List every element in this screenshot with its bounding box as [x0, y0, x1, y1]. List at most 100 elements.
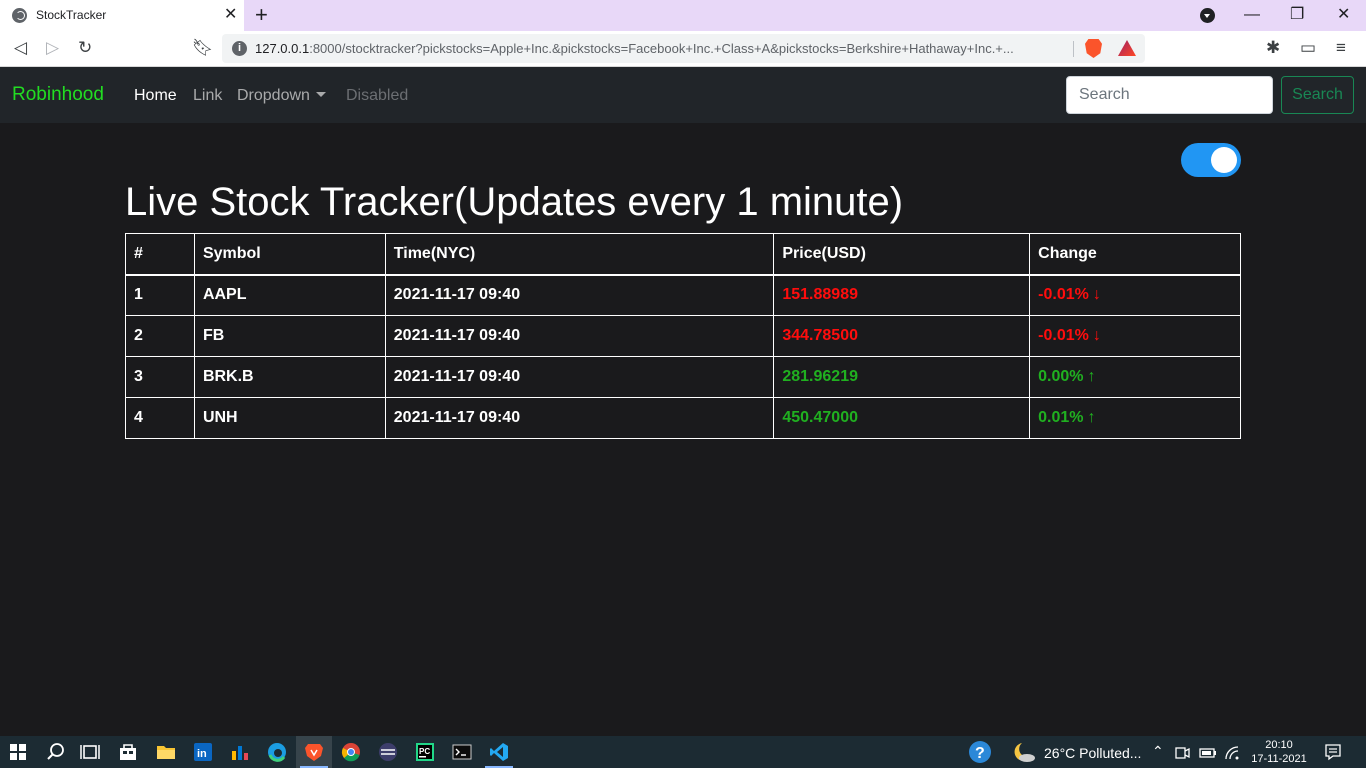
help-icon[interactable]: ?: [968, 740, 992, 764]
header-num: #: [125, 233, 195, 276]
forward-icon[interactable]: ▷: [46, 37, 59, 59]
notifications-icon[interactable]: [1324, 743, 1342, 761]
cell-change: 0.01% ↑: [1029, 397, 1241, 439]
cell-num: 4: [125, 397, 195, 439]
linkedin-icon[interactable]: in: [193, 742, 213, 762]
vscode-icon[interactable]: [489, 742, 509, 762]
tab-close-icon[interactable]: ✕: [224, 6, 237, 24]
toggle-knob: [1211, 147, 1237, 173]
arrow-up-icon: ↑: [1087, 368, 1096, 385]
task-view-icon[interactable]: [80, 742, 100, 762]
cell-num: 3: [125, 356, 195, 398]
cell-time: 2021-11-17 09:40: [384, 356, 775, 398]
terminal-icon[interactable]: [452, 742, 472, 762]
bookmark-icon[interactable]: 🔖︎: [192, 37, 214, 59]
cell-symbol: BRK.B: [193, 356, 386, 398]
clock-date: 17-11-2021: [1251, 753, 1307, 765]
url-text[interactable]: 127.0.0.1:8000/stocktracker?pickstocks=A…: [255, 41, 1075, 56]
address-bar-separator: [1073, 41, 1074, 57]
browser-toolbar: ◁ ▷ ↻ 🔖︎ i 127.0.0.1:8000/stocktracker?p…: [0, 31, 1366, 67]
stock-table: # Symbol Time(NYC) Price(USD) Change 1 A…: [125, 233, 1241, 439]
back-icon[interactable]: ◁: [14, 37, 27, 59]
extensions-icon[interactable]: ✱: [1266, 37, 1280, 59]
change-value: 0.01%: [1038, 409, 1084, 426]
cell-time: 2021-11-17 09:40: [384, 315, 775, 357]
table-header-row: # Symbol Time(NYC) Price(USD) Change: [125, 233, 1241, 276]
system-clock[interactable]: 20:10 17-11-2021: [1246, 738, 1312, 766]
header-time: Time(NYC): [384, 233, 775, 276]
header-symbol: Symbol: [193, 233, 386, 276]
tab-search-icon[interactable]: [1200, 8, 1215, 23]
brave-rewards-icon[interactable]: [1118, 40, 1136, 56]
cell-price: 344.78500: [773, 315, 1031, 357]
os-taskbar: in PC ? 26°C Polluted... ⌃ 20:10 17-11-2…: [0, 736, 1366, 768]
cell-symbol: AAPL: [193, 274, 386, 316]
table-row: 4 UNH 2021-11-17 09:40 450.47000 0.01% ↑: [125, 397, 1241, 439]
nav-dropdown-label: Dropdown: [237, 87, 310, 104]
table-row: 3 BRK.B 2021-11-17 09:40 281.96219 0.00%…: [125, 356, 1241, 398]
minimize-icon[interactable]: —: [1244, 5, 1260, 25]
cell-change: -0.01% ↓: [1029, 315, 1241, 357]
arrow-down-icon: ↓: [1092, 327, 1101, 344]
change-value: 0.00%: [1038, 368, 1084, 385]
window-close-icon[interactable]: ✕: [1337, 5, 1350, 25]
nav-dropdown[interactable]: Dropdown: [237, 87, 326, 105]
browser-tab-strip: StockTracker ✕ + — ❐ ✕: [0, 0, 1366, 31]
nav-link-disabled: Disabled: [346, 87, 409, 104]
cell-price: 450.47000: [773, 397, 1031, 439]
tab-title: StockTracker: [36, 8, 107, 22]
brand-logo[interactable]: Robinhood: [12, 84, 104, 106]
wifi-icon[interactable]: [1224, 745, 1240, 761]
app-navbar: Robinhood Home Link Dropdown Disabled Se…: [0, 67, 1366, 123]
brave-shields-icon[interactable]: [1085, 39, 1102, 58]
change-value: -0.01%: [1038, 327, 1089, 344]
battery-icon[interactable]: [1199, 745, 1217, 761]
site-info-icon[interactable]: i: [232, 41, 247, 56]
store-icon[interactable]: [118, 742, 138, 762]
restore-icon[interactable]: ❐: [1290, 5, 1304, 25]
db-tool-icon[interactable]: [378, 742, 398, 762]
cell-change: -0.01% ↓: [1029, 274, 1241, 316]
cell-symbol: FB: [193, 315, 386, 357]
edge-icon[interactable]: [267, 742, 287, 762]
cell-num: 2: [125, 315, 195, 357]
page-title: Live Stock Tracker(Updates every 1 minut…: [125, 180, 904, 224]
browser-tab[interactable]: StockTracker ✕: [0, 0, 244, 31]
pycharm-icon[interactable]: PC: [415, 742, 435, 762]
search-input[interactable]: [1066, 76, 1273, 114]
chrome-icon[interactable]: [341, 742, 361, 762]
address-bar[interactable]: i 127.0.0.1:8000/stocktracker?pickstocks…: [222, 34, 1145, 63]
chart-app-icon[interactable]: [230, 742, 250, 762]
chevron-up-icon[interactable]: ⌃: [1152, 743, 1164, 760]
auto-update-toggle[interactable]: [1181, 143, 1241, 177]
cell-time: 2021-11-17 09:40: [384, 397, 775, 439]
windows-start-icon[interactable]: [10, 744, 26, 760]
reload-icon[interactable]: ↻: [78, 37, 92, 59]
nav-link-link[interactable]: Link: [193, 87, 222, 105]
new-tab-icon[interactable]: +: [255, 3, 268, 27]
weather-moon-icon[interactable]: [1012, 741, 1036, 763]
svg-text:PC: PC: [419, 747, 430, 756]
menu-icon[interactable]: ≡: [1336, 37, 1346, 59]
weather-text[interactable]: 26°C Polluted...: [1044, 745, 1141, 761]
cell-price: 281.96219: [773, 356, 1031, 398]
search-icon[interactable]: [46, 742, 66, 762]
svg-text:in: in: [197, 748, 207, 760]
cell-time: 2021-11-17 09:40: [384, 274, 775, 316]
table-row: 1 AAPL 2021-11-17 09:40 151.88989 -0.01%…: [125, 274, 1241, 316]
clock-time: 20:10: [1265, 739, 1293, 751]
search-button[interactable]: Search: [1281, 76, 1354, 114]
meet-now-icon[interactable]: [1174, 745, 1190, 761]
file-explorer-icon[interactable]: [156, 742, 176, 762]
globe-icon: [12, 8, 27, 23]
header-price: Price(USD): [773, 233, 1031, 276]
wallet-icon[interactable]: ▭: [1300, 37, 1316, 59]
cell-price: 151.88989: [773, 274, 1031, 316]
svg-text:?: ?: [975, 745, 985, 762]
cell-change: 0.00% ↑: [1029, 356, 1241, 398]
arrow-up-icon: ↑: [1087, 409, 1096, 426]
change-value: -0.01%: [1038, 286, 1089, 304]
brave-browser-icon[interactable]: [304, 742, 324, 762]
nav-link-home[interactable]: Home: [134, 87, 177, 105]
table-row: 2 FB 2021-11-17 09:40 344.78500 -0.01% ↓: [125, 315, 1241, 357]
